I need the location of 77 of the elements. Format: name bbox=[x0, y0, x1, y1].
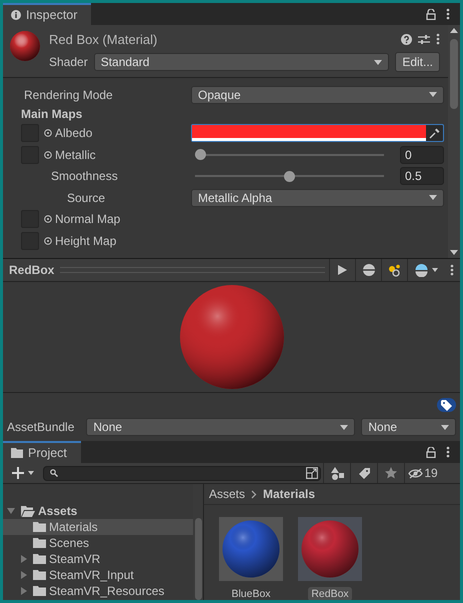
variant-dropdown[interactable]: None bbox=[361, 418, 456, 436]
edit-button[interactable]: Edit... bbox=[395, 52, 440, 72]
more-icon[interactable] bbox=[446, 8, 450, 20]
labels-button[interactable] bbox=[437, 398, 456, 412]
shader-dropdown[interactable]: Standard bbox=[94, 53, 390, 71]
tag-icon bbox=[358, 468, 370, 478]
folder-icon bbox=[11, 448, 23, 458]
folder-icon bbox=[33, 522, 46, 532]
more-icon[interactable] bbox=[446, 446, 450, 458]
slider-handle[interactable] bbox=[195, 149, 206, 160]
expand-arrow-icon[interactable] bbox=[21, 587, 27, 595]
preview-title: RedBox bbox=[8, 263, 56, 277]
chevron-icon bbox=[251, 490, 258, 498]
play-icon bbox=[338, 265, 347, 275]
object-picker-icon[interactable] bbox=[44, 236, 52, 245]
folder-open-icon bbox=[21, 506, 35, 516]
number-field[interactable]: 0.5 bbox=[400, 167, 444, 186]
asset-name[interactable]: RedBox bbox=[308, 587, 352, 600]
section-heading: Main Maps bbox=[21, 107, 82, 121]
shader-label: Shader bbox=[49, 55, 88, 69]
breadcrumb-link[interactable]: Materials bbox=[263, 487, 316, 501]
tree-item[interactable]: SteamVR_Resources bbox=[3, 583, 193, 599]
folder-icon bbox=[33, 570, 46, 580]
inspector-tab[interactable]: Inspector bbox=[3, 3, 92, 25]
search-field[interactable] bbox=[43, 466, 321, 480]
property-label: Normal Map bbox=[55, 212, 120, 226]
lock-icon[interactable] bbox=[426, 8, 436, 20]
assetbundle-label: AssetBundle bbox=[7, 420, 74, 434]
assetbundle-dropdown[interactable]: None bbox=[86, 418, 356, 436]
eye-crossed-icon bbox=[408, 468, 424, 478]
popout-icon[interactable] bbox=[306, 467, 318, 479]
breadcrumb-link[interactable]: Assets bbox=[209, 487, 246, 501]
object-picker-icon[interactable] bbox=[44, 150, 52, 159]
number-field[interactable]: 0 bbox=[400, 146, 444, 164]
light-icon bbox=[388, 264, 401, 276]
shapes-icon bbox=[330, 466, 344, 480]
color-field[interactable] bbox=[191, 124, 444, 142]
object-picker-icon[interactable] bbox=[44, 129, 52, 138]
property-label: Smoothness bbox=[51, 169, 118, 184]
info-icon bbox=[11, 10, 21, 20]
property-label: Albedo bbox=[55, 126, 92, 140]
property-label: Height Map bbox=[55, 234, 116, 248]
folder-icon bbox=[33, 586, 46, 596]
tree-item[interactable]: Scenes bbox=[3, 535, 193, 551]
folder-icon bbox=[33, 538, 46, 548]
expand-arrow-icon[interactable] bbox=[21, 571, 27, 579]
object-picker-icon[interactable] bbox=[44, 215, 52, 224]
tree-item[interactable]: Materials bbox=[3, 519, 193, 535]
tree-item-label[interactable]: Assets bbox=[38, 504, 78, 518]
star-icon bbox=[385, 467, 397, 479]
material-title: Red Box (Material) bbox=[49, 32, 158, 46]
folder-icon bbox=[33, 554, 46, 564]
property-label: Rendering Mode bbox=[24, 88, 113, 102]
asset-name[interactable]: BlueBox bbox=[228, 587, 274, 600]
slider-handle[interactable] bbox=[284, 170, 295, 182]
property-label: Metallic bbox=[55, 148, 96, 162]
tag-icon bbox=[441, 400, 452, 410]
material-sphere-icon bbox=[9, 30, 41, 62]
expand-arrow-icon[interactable] bbox=[21, 555, 27, 563]
settings-sliders-icon[interactable] bbox=[418, 34, 430, 44]
sky-sphere-icon bbox=[414, 264, 428, 276]
property-dropdown[interactable]: Metallic Alpha bbox=[191, 188, 444, 207]
more-icon[interactable] bbox=[436, 33, 440, 45]
eyedropper-icon[interactable] bbox=[429, 128, 440, 139]
more-icon[interactable] bbox=[450, 264, 454, 276]
tree-item[interactable]: SteamVR bbox=[3, 551, 193, 567]
plus-icon bbox=[12, 467, 24, 479]
property-label: Source bbox=[67, 190, 106, 205]
lock-icon[interactable] bbox=[426, 446, 436, 458]
sphere-icon bbox=[362, 264, 374, 276]
help-icon[interactable] bbox=[401, 34, 412, 44]
project-tab[interactable]: Project bbox=[3, 441, 81, 463]
hidden-packages-button[interactable]: 19 bbox=[404, 463, 441, 483]
scrollbar[interactable] bbox=[448, 25, 460, 258]
property-dropdown[interactable]: Opaque bbox=[191, 86, 444, 104]
search-icon bbox=[50, 469, 58, 477]
tree-item[interactable]: SteamVR_Input bbox=[3, 567, 193, 583]
